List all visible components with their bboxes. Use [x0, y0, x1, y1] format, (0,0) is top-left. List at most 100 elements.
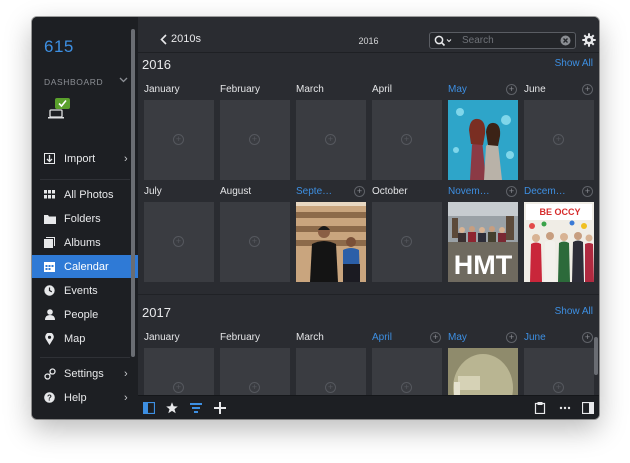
plus-icon: +: [401, 236, 412, 247]
photo-group-with-sign: HMT: [448, 202, 518, 282]
photo-men-on-steps: [296, 202, 366, 282]
photo-december-2016[interactable]: BE OCCY: [524, 202, 594, 282]
sidebar-item-label: Calendar: [64, 260, 109, 273]
month-label[interactable]: May: [448, 332, 508, 343]
sidebar-item-map[interactable]: Map: [32, 327, 138, 350]
search-icon[interactable]: [434, 35, 456, 47]
grid-icon: [43, 188, 56, 201]
add-photo-icon[interactable]: +: [506, 332, 517, 343]
sidebar-scrollbar[interactable]: [131, 29, 135, 357]
photo-count: 615: [44, 37, 74, 56]
star-icon[interactable]: [166, 402, 178, 414]
search-field[interactable]: Search: [429, 32, 576, 49]
sidebar-item-help[interactable]: ? Help ›: [32, 386, 138, 409]
show-all-link[interactable]: Show All: [555, 58, 593, 69]
import-icon: [43, 152, 56, 165]
add-photo-icon[interactable]: +: [582, 186, 593, 197]
month-label[interactable]: January: [144, 332, 204, 343]
month-tile[interactable]: +: [524, 348, 594, 395]
main-area: 2010s 2016 Search 2016 Show All January …: [138, 17, 599, 419]
month-tile[interactable]: +: [372, 348, 442, 395]
month-label[interactable]: May: [448, 84, 508, 95]
inspector-toggle-icon[interactable]: [582, 402, 594, 414]
calendar-content: 2016 Show All January February March Apr…: [138, 54, 599, 395]
sidebar-item-albums[interactable]: Albums: [32, 231, 138, 254]
month-tile[interactable]: +: [144, 100, 214, 180]
plus-icon: +: [249, 236, 260, 247]
calendar-icon: [43, 260, 56, 273]
sidebar-item-label: Events: [64, 284, 98, 297]
photo-may-2016[interactable]: [448, 100, 518, 180]
clock-icon: [43, 284, 56, 297]
filter-icon[interactable]: [190, 402, 202, 414]
month-label[interactable]: March: [296, 84, 356, 95]
photo-banner-text: BE OCCY: [539, 207, 580, 217]
sidebar-item-import[interactable]: Import ›: [32, 147, 138, 170]
month-label[interactable]: Novem…: [448, 186, 498, 197]
month-label[interactable]: April: [372, 84, 432, 95]
month-label[interactable]: April: [372, 332, 432, 343]
sidebar-item-all-photos[interactable]: All Photos: [32, 183, 138, 206]
sidebar-item-people[interactable]: People: [32, 303, 138, 326]
add-icon[interactable]: [214, 402, 226, 414]
chevron-down-icon[interactable]: [119, 75, 128, 85]
show-all-link[interactable]: Show All: [555, 306, 593, 317]
month-label[interactable]: June: [524, 332, 584, 343]
laptop-device-icon[interactable]: [48, 97, 70, 119]
photo-may-2017[interactable]: [448, 348, 518, 395]
photo-september-2016[interactable]: [296, 202, 366, 282]
sidebar-toggle-icon[interactable]: [143, 402, 155, 414]
clipboard-icon[interactable]: [534, 402, 546, 414]
add-photo-icon[interactable]: +: [354, 186, 365, 197]
month-tile[interactable]: +: [220, 100, 290, 180]
sidebar-item-label: Folders: [64, 212, 101, 225]
sidebar-item-settings[interactable]: Settings ›: [32, 362, 138, 385]
sidebar-item-folders[interactable]: Folders: [32, 207, 138, 230]
month-tile[interactable]: +: [372, 100, 442, 180]
month-tile[interactable]: +: [220, 202, 290, 282]
month-label[interactable]: March: [296, 332, 356, 343]
gear-icon[interactable]: [582, 33, 596, 47]
month-label[interactable]: February: [220, 332, 280, 343]
month-label[interactable]: August: [220, 186, 280, 197]
month-label[interactable]: October: [372, 186, 432, 197]
add-photo-icon[interactable]: +: [582, 84, 593, 95]
toolbar: 2010s 2016 Search: [138, 29, 599, 53]
plus-icon: +: [553, 382, 564, 393]
clear-search-icon[interactable]: [560, 35, 571, 46]
plus-icon: +: [173, 236, 184, 247]
sidebar-item-calendar[interactable]: Calendar: [32, 255, 138, 278]
month-label[interactable]: June: [524, 84, 584, 95]
month-label[interactable]: January: [144, 84, 204, 95]
month-label[interactable]: Decem…: [524, 186, 574, 197]
add-photo-icon[interactable]: +: [506, 84, 517, 95]
photo-november-2016[interactable]: HMT: [448, 202, 518, 282]
year-divider: [138, 294, 599, 295]
plus-icon: +: [325, 134, 336, 145]
month-tile[interactable]: +: [296, 100, 366, 180]
more-options-icon[interactable]: [559, 402, 571, 414]
help-icon: ?: [43, 391, 56, 404]
sidebar-item-label: Help: [64, 391, 87, 404]
add-photo-icon[interactable]: +: [430, 332, 441, 343]
search-input[interactable]: Search: [462, 35, 560, 46]
month-tile[interactable]: +: [524, 100, 594, 180]
dashboard-section-label: DASHBOARD: [44, 77, 104, 87]
year-heading: 2016: [142, 57, 171, 72]
month-tile[interactable]: +: [144, 202, 214, 282]
month-tile[interactable]: +: [144, 348, 214, 395]
month-label[interactable]: Septe…: [296, 186, 344, 197]
svg-text:?: ?: [47, 394, 52, 403]
sidebar: 615 DASHBOARD Import › All Photos Folder…: [32, 17, 138, 419]
month-tile[interactable]: +: [296, 348, 366, 395]
sidebar-item-label: Settings: [64, 367, 104, 380]
add-photo-icon[interactable]: +: [506, 186, 517, 197]
add-photo-icon[interactable]: +: [582, 332, 593, 343]
content-scrollbar[interactable]: [594, 337, 598, 375]
month-label[interactable]: February: [220, 84, 280, 95]
month-tile[interactable]: +: [220, 348, 290, 395]
month-label[interactable]: July: [144, 186, 204, 197]
sidebar-item-events[interactable]: Events: [32, 279, 138, 302]
sidebar-item-label: Map: [64, 332, 86, 345]
month-tile[interactable]: +: [372, 202, 442, 282]
